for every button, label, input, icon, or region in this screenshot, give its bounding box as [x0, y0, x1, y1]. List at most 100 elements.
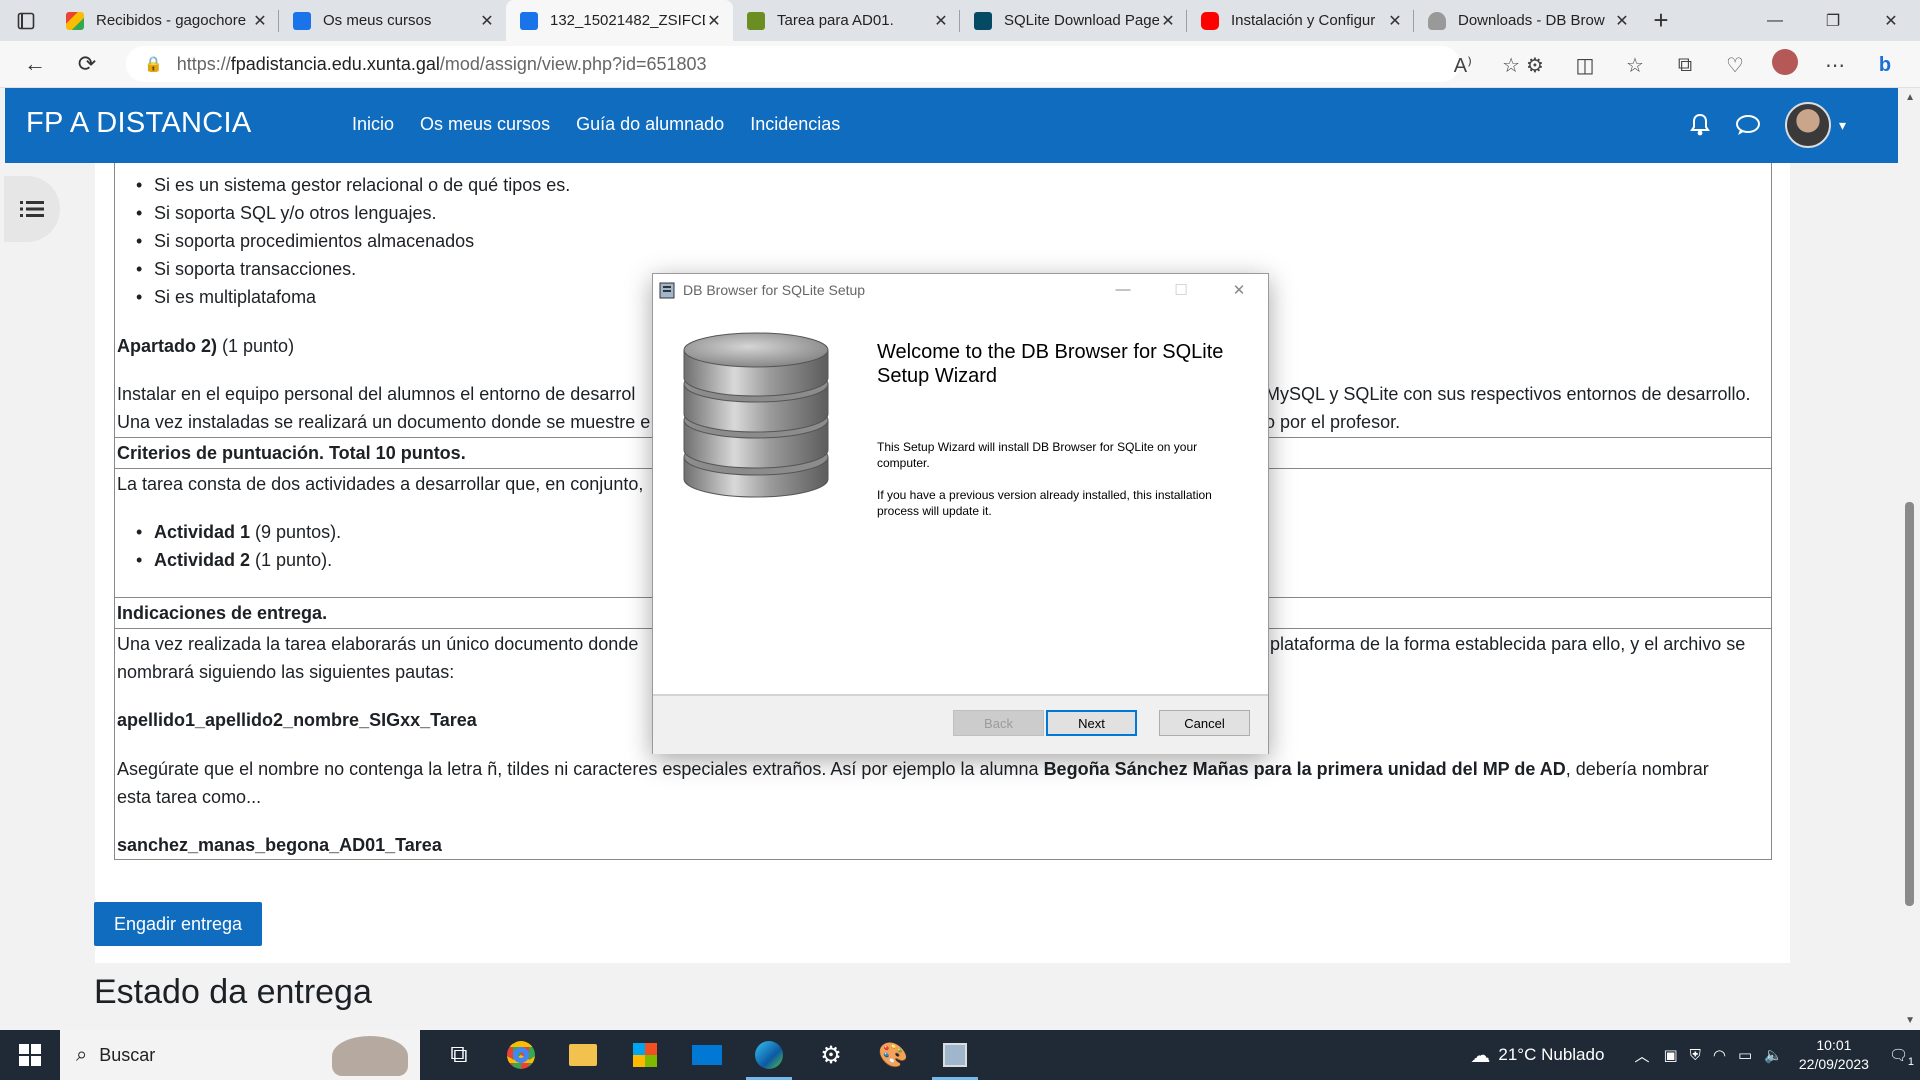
browser-tab-tarea[interactable]: Tarea para AD01. ✕ [733, 0, 960, 41]
chevron-up-icon[interactable]: ︿ [1634, 1045, 1649, 1066]
nav-guia-do-alumnado[interactable]: Guía do alumnado [576, 114, 724, 135]
nav-os-meus-cursos[interactable]: Os meus cursos [420, 114, 550, 135]
paint-icon[interactable]: 🎨 [862, 1030, 924, 1080]
list-item: Actividad 1 (9 puntos). [136, 518, 341, 546]
meet-now-icon[interactable]: ▣ [1663, 1046, 1677, 1064]
clock-date: 22/09/2023 [1798, 1056, 1869, 1072]
cancel-button[interactable]: Cancel [1159, 710, 1250, 736]
browser-tab-sqlite[interactable]: SQLite Download Page ✕ [960, 0, 1187, 41]
favorite-star-icon[interactable]: ☆ [1502, 53, 1520, 78]
browser-tab-os-meus-cursos[interactable]: Os meus cursos ✕ [279, 0, 506, 41]
close-window-icon[interactable]: ✕ [1862, 0, 1920, 41]
wifi-icon[interactable]: ◠ [1713, 1046, 1726, 1064]
browser-tab-youtube[interactable]: Instalación y Configur ✕ [1187, 0, 1414, 41]
windows-taskbar: ⌕ Buscar ⧉ ⚙ 🎨 ☁ 21°C Nublado ︿ ▣ ⛨ ◠ ▭ … [0, 1030, 1920, 1080]
taskbar-search[interactable]: ⌕ Buscar [60, 1030, 420, 1080]
favorites-icon[interactable]: ☆ [1620, 53, 1650, 78]
browser-tab-gmail[interactable]: Recibidos - gagochore ✕ [52, 0, 279, 41]
list-item: Si soporta procedimientos almacenados [136, 227, 474, 255]
user-menu[interactable]: ▾ [1784, 102, 1846, 148]
weather-text[interactable]: 21°C Nublado [1498, 1045, 1604, 1065]
example-filename: sanchez_manas_begona_AD01_Tarea [117, 835, 442, 855]
security-icon[interactable]: ⛨ [1690, 1047, 1701, 1064]
criterios-heading: Criterios de puntuación. Total 10 puntos… [117, 443, 466, 463]
edge-icon[interactable] [738, 1030, 800, 1080]
notification-count: 1 [1907, 1056, 1914, 1068]
clock[interactable]: 10:01 22/09/2023 [1799, 1036, 1869, 1074]
installer-icon[interactable] [924, 1030, 986, 1080]
close-tab-icon[interactable]: ✕ [1613, 11, 1631, 31]
close-tab-icon[interactable]: ✕ [932, 11, 950, 31]
back-button[interactable]: ← [12, 44, 58, 84]
install-text-left-1: Instalar en el equipo personal del alumn… [117, 384, 636, 404]
close-tab-icon[interactable]: ✕ [251, 11, 269, 31]
battery-icon[interactable]: ▭ [1738, 1046, 1752, 1064]
bing-copilot-icon[interactable]: b [1870, 54, 1900, 77]
filename-pattern: apellido1_apellido2_nombre_SIGxx_Tarea [117, 710, 477, 730]
start-button[interactable] [0, 1030, 60, 1080]
file-explorer-icon[interactable] [552, 1030, 614, 1080]
messages-chat-icon[interactable] [1735, 114, 1761, 136]
setup-wizard-dialog: DB Browser for SQLite Setup — ☐ ✕ Welcom… [652, 273, 1269, 754]
scroll-down-icon[interactable]: ▼ [1905, 1015, 1915, 1026]
new-tab-button[interactable]: + [1641, 0, 1681, 41]
page-scrollbar[interactable]: ▲ ▼ [1900, 88, 1920, 1030]
tab-title: Downloads - DB Brow [1458, 12, 1605, 29]
criterios-text: La tarea consta de dos actividades a des… [117, 474, 644, 494]
split-screen-icon[interactable]: ◫ [1570, 53, 1600, 78]
volume-icon[interactable]: 🔈 [1764, 1046, 1783, 1064]
add-submission-button[interactable]: Engadir entrega [94, 902, 262, 946]
windows-logo-icon [19, 1044, 41, 1066]
extensions-icon[interactable]: ⚙ [1520, 53, 1550, 78]
search-placeholder: Buscar [99, 1044, 156, 1065]
chevron-down-icon: ▾ [1838, 116, 1846, 133]
collections-icon[interactable]: ⧉ [1670, 54, 1700, 77]
gmail-icon [66, 11, 84, 30]
weather-icon[interactable]: ☁ [1470, 1043, 1490, 1068]
notifications-icon[interactable]: 🗨 1 [1889, 1046, 1914, 1068]
minimize-icon[interactable]: — [1746, 0, 1804, 41]
user-area: ▾ [1689, 102, 1846, 148]
site-brand[interactable]: FP A DISTANCIA [26, 107, 252, 140]
scrollbar-thumb[interactable] [1905, 502, 1914, 906]
mail-icon[interactable] [676, 1030, 738, 1080]
browser-tab-downloads[interactable]: Downloads - DB Brow ✕ [1414, 0, 1641, 41]
task-view-icon[interactable]: ⧉ [428, 1030, 490, 1080]
browser-tab-active-assignment[interactable]: 132_15021482_ZSIFCD ✕ [506, 0, 733, 41]
refresh-button[interactable]: ⟳ [64, 44, 110, 84]
notifications-bell-icon[interactable] [1689, 113, 1711, 137]
chrome-icon[interactable] [490, 1030, 552, 1080]
address-bar-icons: A⁾ ☆ [1454, 53, 1520, 78]
user-avatar [1784, 102, 1831, 148]
url-scheme: https:// [176, 53, 231, 74]
minimize-icon[interactable]: — [1094, 274, 1152, 305]
scroll-up-icon[interactable]: ▲ [1905, 92, 1915, 103]
more-menu-icon[interactable]: ⋯ [1820, 53, 1850, 78]
browser-essentials-icon[interactable]: ♡ [1720, 53, 1750, 78]
primary-navigation: Inicio Os meus cursos Guía do alumnado I… [352, 114, 840, 135]
close-tab-icon[interactable]: ✕ [478, 11, 496, 31]
tab-title: Os meus cursos [323, 12, 432, 29]
close-icon[interactable]: ✕ [1210, 274, 1268, 305]
next-button[interactable]: Next [1046, 710, 1137, 736]
close-tab-icon[interactable]: ✕ [705, 11, 723, 31]
system-tray: ☁ 21°C Nublado ︿ ▣ ⛨ ◠ ▭ 🔈 10:01 22/09/2… [1470, 1030, 1920, 1080]
dialog-titlebar[interactable]: DB Browser for SQLite Setup — ☐ ✕ [653, 274, 1268, 305]
window-controls: — ❐ ✕ [1746, 0, 1920, 41]
install-text-right-1: MySQL y SQLite con sus respectivos entor… [1265, 384, 1751, 404]
read-aloud-icon[interactable]: A⁾ [1454, 53, 1472, 78]
search-icon: ⌕ [76, 1043, 88, 1066]
microsoft-store-icon[interactable] [614, 1030, 676, 1080]
close-tab-icon[interactable]: ✕ [1386, 11, 1404, 31]
course-index-toggle[interactable] [4, 176, 60, 242]
install-text-left-2: Una vez instaladas se realizará un docum… [117, 412, 651, 432]
url-field[interactable]: 🔒 https://fpadistancia.edu.xunta.gal/mod… [126, 46, 1460, 82]
tab-actions-icon [17, 12, 35, 29]
close-tab-icon[interactable]: ✕ [1159, 11, 1177, 31]
restore-icon[interactable]: ❐ [1804, 0, 1862, 41]
tab-actions-menu-button[interactable] [0, 0, 52, 41]
settings-gear-icon[interactable]: ⚙ [800, 1030, 862, 1080]
profile-avatar[interactable] [1770, 49, 1800, 81]
nav-incidencias[interactable]: Incidencias [750, 114, 840, 135]
nav-inicio[interactable]: Inicio [352, 114, 394, 135]
